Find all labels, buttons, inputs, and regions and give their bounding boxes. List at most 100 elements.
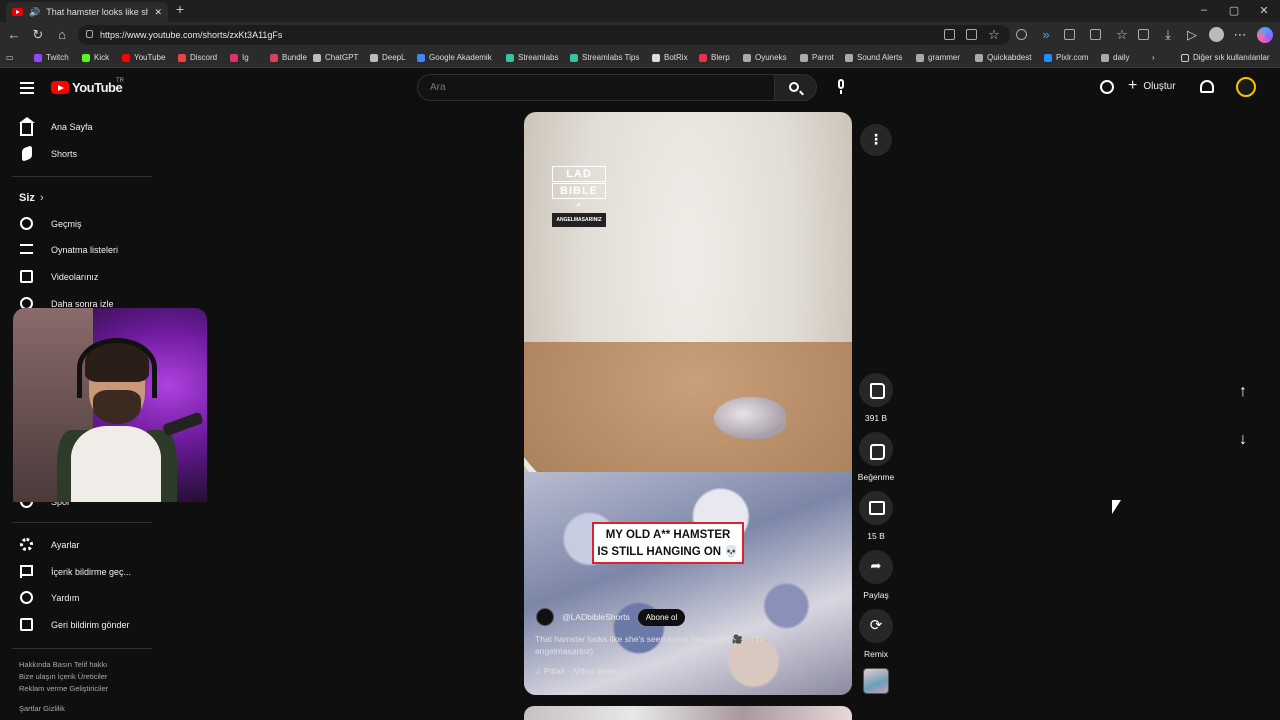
bookmark-blerp[interactable]: Blerp [699, 53, 730, 62]
other-bookmarks-folder[interactable]: Diğer sık kullanılanlar [1181, 53, 1269, 62]
search-input[interactable]: Ara [417, 74, 775, 101]
remix-button[interactable]: Remix [858, 609, 894, 659]
more-menu-icon[interactable]: ⋯ [1232, 27, 1248, 43]
footer-links[interactable]: Hakkında Basın Telif hakkı [19, 660, 107, 669]
footer-links[interactable]: Şartlar Gizlilik [19, 704, 65, 713]
next-short-arrow-icon[interactable]: ↓ [1229, 426, 1257, 454]
video-description[interactable]: That hamster looks like she's seen some … [535, 633, 795, 657]
bookmark-bundle[interactable]: Bundle [270, 53, 307, 62]
reload-icon[interactable]: ↻ [30, 27, 46, 43]
bookmark-streamlabs-tips[interactable]: Streamlabs Tips [570, 53, 639, 62]
bookmark-pixlr-com[interactable]: Pixlr.com [1044, 53, 1088, 62]
sidebar-item-playlists[interactable]: Oynatma listeleri [0, 239, 150, 261]
favorites-icon[interactable]: ☆ [1114, 27, 1130, 43]
bookmark-ig[interactable]: Ig [230, 53, 249, 62]
close-window-button[interactable]: ✕ [1256, 4, 1272, 17]
collections-icon[interactable] [1138, 29, 1149, 40]
footer-links[interactable]: Bize ulaşın İçerik Üreticiler [19, 672, 107, 681]
comments-button[interactable]: 15 B [858, 491, 894, 541]
split-screen-icon[interactable] [1090, 29, 1101, 40]
divider [12, 648, 152, 649]
next-short-preview[interactable] [524, 706, 852, 720]
sidebar-item-report[interactable]: İçerik bildirme geç... [0, 561, 150, 583]
sidebar-item-feedback[interactable]: Geri bildirim gönder [0, 614, 150, 636]
copilot-icon[interactable] [1257, 27, 1273, 43]
sidebar-item-history[interactable]: Geçmiş [0, 213, 150, 235]
bookmark-google-akademik[interactable]: Google Akademik [417, 53, 492, 62]
caption-line-1: MY OLD A** HAMSTER [605, 529, 731, 541]
sidebar-item-home[interactable]: Ana Sayfa [0, 116, 150, 138]
bookmark-twitch[interactable]: Twitch [34, 53, 69, 62]
speaker-icon[interactable]: 🔊 [29, 7, 40, 18]
tracking-icon[interactable] [966, 29, 977, 40]
youtube-logo-text[interactable]: YouTube [72, 80, 123, 95]
bookmarks-overflow-chevron-icon[interactable]: › [1152, 53, 1155, 62]
previous-short-arrow-icon[interactable]: ↑ [1229, 378, 1257, 406]
sidebar-item-help[interactable]: Yardım [0, 587, 150, 609]
bookmark-grammer[interactable]: grammer [916, 53, 960, 62]
bookmark-parrot[interactable]: Parrot [800, 53, 834, 62]
reading-list-icon[interactable]: ▭ [6, 53, 14, 62]
bookmark-youtube[interactable]: YouTube [122, 53, 165, 62]
short-video-player[interactable]: LAD BIBLE × ANGELMASARINIZ MY OLD A** HA… [524, 112, 852, 695]
account-avatar[interactable] [1236, 77, 1256, 97]
footer-links[interactable]: Reklam verme Geliştiriciler [19, 684, 108, 693]
bookmark-streamlabs[interactable]: Streamlabs [506, 53, 558, 62]
downloads-icon[interactable]: ⤓ [1160, 27, 1176, 43]
bookmark-deepl[interactable]: DeepL [370, 53, 406, 62]
channel-name[interactable]: @LADbibleShorts [562, 612, 630, 622]
notifications-bell-icon[interactable] [1200, 80, 1214, 93]
create-button[interactable]: + Oluştur [1128, 78, 1176, 94]
back-arrow-icon[interactable]: ← [6, 27, 22, 43]
maximize-button[interactable]: ▢ [1226, 4, 1242, 17]
bookmark-discord[interactable]: Discord [178, 53, 217, 62]
bookmark-kick[interactable]: Kick [82, 53, 109, 62]
share-button[interactable]: Paylaş [858, 550, 894, 600]
sidebar-item-settings[interactable]: Ayarlar [0, 534, 150, 556]
browser-tab-strip: 🔊 That hamster looks like she's ✕ + – ▢ … [0, 0, 1280, 22]
sidebar-item-your-videos[interactable]: Videolarınız [0, 266, 150, 288]
bookmark-favicon-icon [313, 53, 321, 62]
music-track[interactable]: ♫ Pitfall · Arthur Benson [535, 666, 626, 676]
extensions-puzzle-icon[interactable] [1064, 29, 1075, 40]
upload-settings-icon[interactable] [1100, 80, 1114, 94]
favorite-star-icon[interactable]: ☆ [986, 27, 1002, 43]
bookmark-sound-alerts[interactable]: Sound Alerts [845, 53, 902, 62]
close-tab-icon[interactable]: ✕ [154, 7, 162, 18]
read-aloud-icon[interactable]: » [1038, 27, 1054, 43]
divider [12, 522, 152, 523]
like-button[interactable]: 391 B [858, 373, 894, 423]
bookmark-daily[interactable]: daily [1101, 53, 1129, 62]
bookmark-label: BotRix [664, 53, 688, 62]
dislike-button[interactable]: Beğenme [858, 432, 894, 482]
app-available-icon[interactable] [944, 29, 955, 40]
new-tab-button[interactable]: + [172, 1, 188, 17]
sidebar-item-label: Ana Sayfa [51, 122, 93, 132]
channel-avatar[interactable] [536, 608, 554, 626]
search-button[interactable] [775, 74, 817, 101]
section-you[interactable]: Siz [19, 192, 35, 204]
bookmark-oyuneks[interactable]: Oyuneks [743, 53, 787, 62]
sound-thumbnail[interactable] [863, 668, 889, 694]
voice-search-button[interactable] [830, 76, 852, 98]
subscribe-button[interactable]: Abone ol [637, 608, 686, 626]
bookmark-quickabdest[interactable]: Quickabdest [975, 53, 1031, 62]
minimize-button[interactable]: – [1196, 4, 1212, 16]
more-options-button[interactable]: ⋮ [860, 124, 892, 156]
hamburger-menu-icon[interactable] [20, 82, 34, 94]
bookmark-label: Twitch [46, 53, 69, 62]
home-icon[interactable]: ⌂ [54, 27, 70, 43]
extension-icon[interactable] [1016, 29, 1027, 40]
microphone-icon [838, 79, 844, 89]
bookmark-favicon-icon [82, 53, 90, 62]
remix-icon [859, 609, 893, 643]
chevron-right-icon[interactable]: › [40, 192, 44, 204]
bookmark-botrix[interactable]: BotRix [652, 53, 688, 62]
profile-avatar[interactable] [1209, 27, 1224, 42]
address-bar[interactable]: https://www.youtube.com/shorts/zxKt3A11g… [78, 25, 1010, 45]
browser-tab[interactable]: 🔊 That hamster looks like she's ✕ [6, 2, 168, 22]
sidebar-item-shorts[interactable]: Shorts [0, 143, 150, 165]
youtube-logo-icon[interactable] [51, 81, 69, 94]
bookmark-chatgpt[interactable]: ChatGPT [313, 53, 358, 62]
send-icon[interactable]: ▷ [1184, 27, 1200, 43]
